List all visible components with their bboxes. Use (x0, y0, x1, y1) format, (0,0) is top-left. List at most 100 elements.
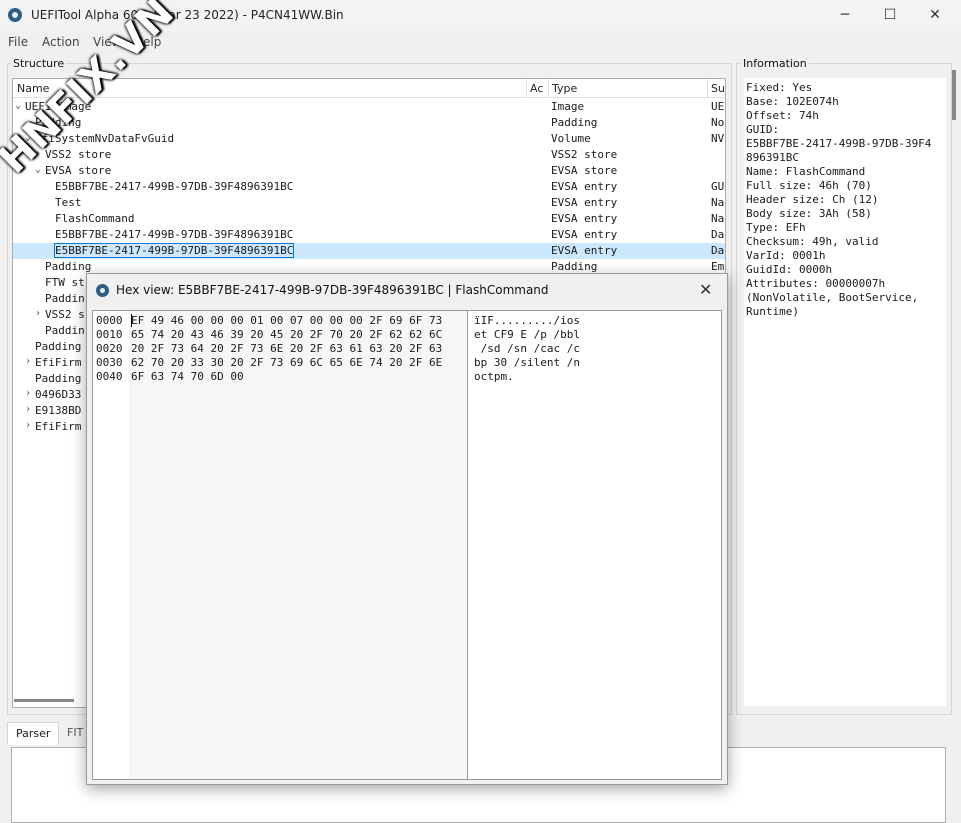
tree-item-name: E9138BD (35, 404, 82, 417)
tree-item-type: Image (551, 100, 585, 113)
tree-item-subtype: UEI (711, 100, 725, 113)
hex-ascii-line: octpm. (474, 370, 514, 383)
tree-item-subtype: Nor (711, 116, 725, 129)
hex-bytes-line: 62 70 20 33 30 20 2F 73 69 6C 65 6E 74 2… (131, 356, 443, 369)
tree-row[interactable]: E5BBF7BE-2417-499B-97DB-39F4896391BC EVSA… (13, 227, 725, 243)
app-gear-icon (8, 8, 22, 22)
column-subtype[interactable]: Su (711, 82, 725, 95)
hex-bytes-line: 20 2F 73 64 20 2F 73 6E 20 2F 63 61 63 2… (131, 342, 443, 355)
tree-item-type: EVSA store (551, 164, 618, 177)
hex-offset: 0030 (96, 356, 123, 369)
tree-item-subtype: Da (711, 244, 725, 257)
column-separator[interactable] (526, 79, 527, 97)
horizontal-scrollbar[interactable] (14, 699, 74, 702)
tree-item-name: E5BBF7BE-2417-499B-97DB-39F4896391BC (53, 243, 295, 258)
menu-action[interactable]: Action (42, 35, 80, 49)
tree-item-type: EVSA entry (551, 180, 618, 193)
hex-offset: 0040 (96, 370, 123, 383)
tree-item-subtype: GU (711, 180, 725, 193)
menu-file[interactable]: File (8, 35, 28, 49)
tree-item-type: Volume (551, 132, 591, 145)
chevron-right-icon[interactable]: › (25, 388, 31, 399)
info-line: Offset: 74h (746, 109, 819, 122)
tree-row[interactable]: › VSS2 store VSS2 store (13, 147, 725, 163)
info-line: Attributes: 00000007h (746, 277, 886, 290)
close-button[interactable]: ✕ (912, 0, 958, 31)
hex-bytes-line: 6F 63 74 70 6D 00 (131, 370, 244, 383)
tree-item-type: EVSA entry (551, 228, 618, 241)
information-title: Information (741, 57, 809, 70)
hex-ascii-line: /sd /sn /cac /c (474, 342, 580, 355)
tree-item-name: VSS2 s (45, 308, 85, 321)
tree-item-name: E5BBF7BE-2417-499B-97DB-39F4896391BC (55, 180, 294, 193)
tree-item-name: Padding (45, 260, 92, 273)
tree-row[interactable]: ⌄ EfiSystemNvDataFvGuid Volume NV (13, 131, 725, 147)
info-line: GUID: (746, 123, 780, 136)
info-line: Base: 102E074h (746, 95, 839, 108)
tree-item-subtype: Em (711, 260, 725, 273)
hex-bytes-line: EF 49 46 00 00 00 01 00 07 00 00 00 2F 6… (131, 314, 443, 327)
info-line: Name: FlashCommand (746, 165, 866, 178)
tree-item-subtype: Na (711, 196, 725, 209)
tree-row[interactable]: E5BBF7BE-2417-499B-97DB-39F4896391BC EVSA… (13, 243, 725, 259)
tree-item-name: E5BBF7BE-2417-499B-97DB-39F4896391BC (55, 228, 294, 241)
window-title: UEFITool Alpha 60.1 (Mar 23 2022) - P4CN… (31, 8, 344, 22)
hex-bytes-line: 65 74 20 43 46 39 20 45 20 2F 70 20 2F 6… (131, 328, 443, 341)
tree-row[interactable]: FlashCommand EVSA entry Na (13, 211, 725, 227)
tree-item-subtype: Da (711, 228, 725, 241)
hex-offset: 0020 (96, 342, 123, 355)
tree-item-type: Padding (551, 260, 598, 273)
tree-item-name: 0496D33 (35, 388, 82, 401)
information-text[interactable]: Fixed: Yes Base: 102E074h Offset: 74h GUID:… (744, 78, 946, 706)
tree-row[interactable]: Test EVSA entry Na (13, 195, 725, 211)
info-line: Header size: Ch (12) (746, 193, 879, 206)
chevron-right-icon[interactable]: › (35, 308, 41, 319)
hex-offset: 0010 (96, 328, 123, 341)
tab-parser[interactable]: Parser (7, 722, 60, 745)
hex-view-dialog: Hex view: E5BBF7BE-2417-499B-97DB-39F489… (86, 273, 728, 785)
tree-item-name: Test (55, 196, 82, 209)
chevron-right-icon[interactable]: › (25, 420, 31, 431)
info-line: Runtime) (746, 305, 799, 318)
hex-ascii-line: ïIF........./ios (474, 314, 580, 327)
structure-title: Structure (11, 57, 67, 70)
info-line: Full size: 46h (70) (746, 179, 872, 192)
tree-item-name: Padding (35, 372, 82, 385)
column-action[interactable]: Ac (530, 82, 543, 95)
info-line: E5BBF7BE-2417-499B-97DB-39F4 (746, 137, 932, 150)
tree-item-name: Paddin (45, 324, 85, 337)
dialog-close-button[interactable]: ✕ (699, 280, 712, 299)
column-type[interactable]: Type (552, 82, 577, 95)
hex-editor[interactable]: 0000 EF 49 46 00 00 00 01 00 07 00 00 00 … (92, 310, 722, 780)
tree-item-name: EfiFirm (35, 420, 82, 433)
tree-item-name: Padding (35, 340, 82, 353)
info-line: Fixed: Yes (746, 81, 813, 94)
column-name[interactable]: Name (17, 82, 49, 95)
tree-row[interactable]: PaddingPaddingNor (13, 115, 725, 131)
tree-item-subtype: NV (711, 132, 725, 145)
vertical-scrollbar[interactable] (952, 70, 956, 120)
tree-item-type: Padding (551, 116, 598, 129)
hex-ascii-divider (467, 311, 468, 779)
maximize-button[interactable]: ☐ (867, 0, 913, 31)
chevron-right-icon[interactable]: › (25, 404, 31, 415)
tree-item-type: EVSA entry (551, 244, 618, 257)
hex-ascii-line: et CF9 E /p /bbl (474, 328, 580, 341)
chevron-down-icon[interactable]: ⌄ (15, 100, 21, 111)
chevron-right-icon[interactable]: › (25, 356, 31, 367)
tree-row[interactable]: E5BBF7BE-2417-499B-97DB-39F4896391BC EVSA… (13, 179, 725, 195)
tree-item-type: VSS2 store (551, 148, 618, 161)
app-gear-icon (96, 284, 109, 297)
column-separator[interactable] (548, 79, 549, 97)
column-separator[interactable] (707, 79, 708, 97)
tree-item-name: EfiFirm (35, 356, 82, 369)
hex-ascii-line: bp 30 /silent /n (474, 356, 580, 369)
tree-row[interactable]: ⌄UEFI imageImageUEI (13, 99, 725, 115)
dialog-title: Hex view: E5BBF7BE-2417-499B-97DB-39F489… (116, 283, 549, 297)
tree-item-type: EVSA entry (551, 212, 618, 225)
tree-item-name: EVSA store (45, 164, 112, 177)
minimize-button[interactable]: ─ (822, 0, 868, 31)
tree-row[interactable]: ⌄ EVSA store EVSA store (13, 163, 725, 179)
info-line: Type: EFh (746, 221, 806, 234)
info-line: Checksum: 49h, valid (746, 235, 879, 248)
